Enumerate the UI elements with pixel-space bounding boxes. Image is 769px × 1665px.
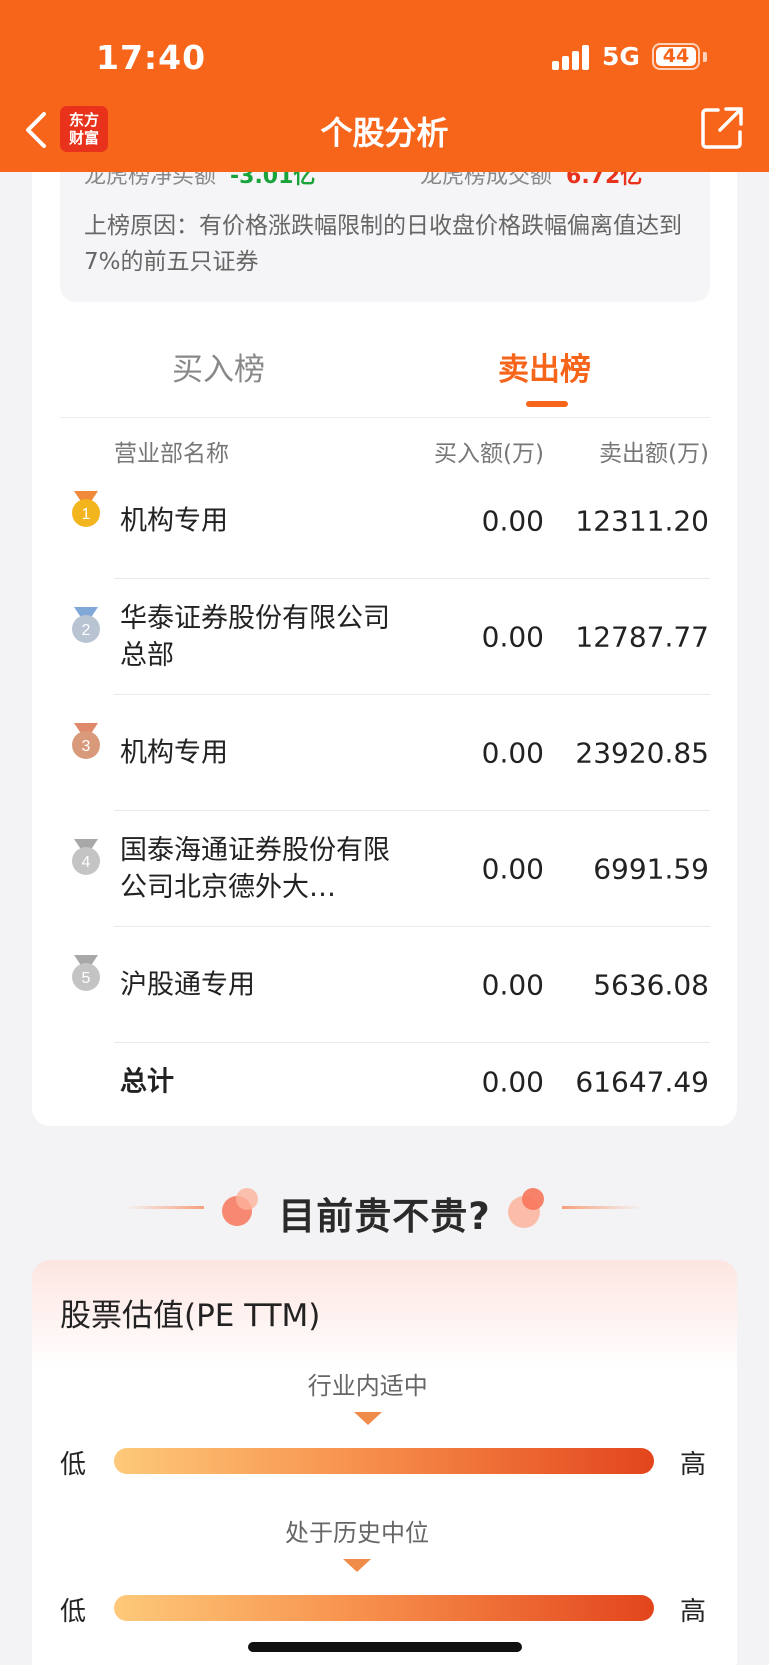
heading-right-line xyxy=(562,1206,642,1209)
buy-amount: 0.00 xyxy=(481,968,544,1002)
bronze-medal-icon: 3 xyxy=(72,723,100,759)
silver-medal-icon: 2 xyxy=(72,607,100,643)
history-level-label: 处于历史中位 xyxy=(285,1519,429,1547)
page-title: 个股分析 xyxy=(320,114,449,152)
total-sell-amount: 61647.49 xyxy=(575,1065,709,1099)
battery-level: 44 xyxy=(656,47,696,66)
total-row: 总计 0.00 61647.49 xyxy=(0,1043,769,1121)
signal-icon xyxy=(552,44,592,70)
buy-amount: 0.00 xyxy=(481,504,544,538)
gold-medal-icon: 1 xyxy=(72,491,100,527)
branch-name: 华泰证券股份有限公司总部 xyxy=(120,603,390,671)
branch-name: 国泰海通证券股份有限公司北京德外大… xyxy=(120,835,390,903)
network-label: 5G xyxy=(602,42,640,71)
sell-amount: 12311.20 xyxy=(575,504,709,538)
valuation-title: 股票估值(PE TTM) xyxy=(60,1298,321,1334)
branch-name: 机构专用 xyxy=(120,505,228,537)
table-row[interactable]: 1 机构专用 0.00 12311.20 xyxy=(0,463,769,579)
buy-amount: 0.00 xyxy=(481,852,544,886)
total-buy-amount: 0.00 xyxy=(481,1065,544,1099)
battery-icon: 44 xyxy=(652,43,700,70)
buy-amount: 0.00 xyxy=(481,620,544,654)
medal-rank: 3 xyxy=(82,738,91,755)
app-header: 17:40 5G 44 东方 财富 个股分析 xyxy=(0,0,769,172)
branch-name: 机构专用 xyxy=(120,737,228,769)
table-row[interactable]: 5 沪股通专用 0.00 5636.08 xyxy=(0,927,769,1043)
sell-amount: 23920.85 xyxy=(575,736,709,770)
buy-amount: 0.00 xyxy=(481,736,544,770)
history-level-marker xyxy=(343,1559,371,1572)
share-icon[interactable] xyxy=(700,106,744,150)
medal-rank: 5 xyxy=(82,970,91,987)
industry-high-label: 高 xyxy=(680,1450,707,1480)
tab-divider xyxy=(60,417,710,418)
history-valuation-bar xyxy=(114,1595,654,1621)
sell-amount: 12787.77 xyxy=(575,620,709,654)
home-indicator[interactable] xyxy=(248,1642,522,1652)
heading-right-dot-small xyxy=(522,1188,544,1210)
status-time: 17:40 xyxy=(96,38,207,77)
medal-rank: 4 xyxy=(82,854,91,871)
industry-valuation-bar xyxy=(114,1448,654,1474)
industry-low-label: 低 xyxy=(60,1450,87,1480)
tab-active-indicator xyxy=(526,401,568,407)
medal-rank: 2 xyxy=(82,622,91,639)
branch-name: 沪股通专用 xyxy=(120,969,255,1001)
history-low-label: 低 xyxy=(60,1597,87,1627)
sell-amount: 6991.59 xyxy=(593,852,709,886)
medal-rank: 1 xyxy=(82,506,91,523)
sell-amount: 5636.08 xyxy=(593,968,709,1002)
list-reason: 上榜原因：有价格涨跌幅限制的日收盘价格跌幅偏离值达到7%的前五只证券 xyxy=(84,213,682,275)
tab-sell[interactable]: 卖出榜 xyxy=(498,344,591,389)
section-title: 目前贵不贵? xyxy=(278,1195,491,1238)
industry-level-label: 行业内适中 xyxy=(307,1372,428,1400)
rank-medal-icon: 4 xyxy=(72,839,100,875)
rank-medal-icon: 5 xyxy=(72,955,100,991)
total-label: 总计 xyxy=(120,1066,174,1098)
history-high-label: 高 xyxy=(680,1597,707,1627)
table-row[interactable]: 2 华泰证券股份有限公司总部 0.00 12787.77 xyxy=(0,579,769,695)
industry-level-marker xyxy=(353,1412,382,1425)
tab-buy[interactable]: 买入榜 xyxy=(172,344,265,389)
table-row[interactable]: 3 机构专用 0.00 23920.85 xyxy=(0,695,769,811)
table-row[interactable]: 4 国泰海通证券股份有限公司北京德外大… 0.00 6991.59 xyxy=(0,811,769,927)
battery-tip xyxy=(703,52,707,62)
